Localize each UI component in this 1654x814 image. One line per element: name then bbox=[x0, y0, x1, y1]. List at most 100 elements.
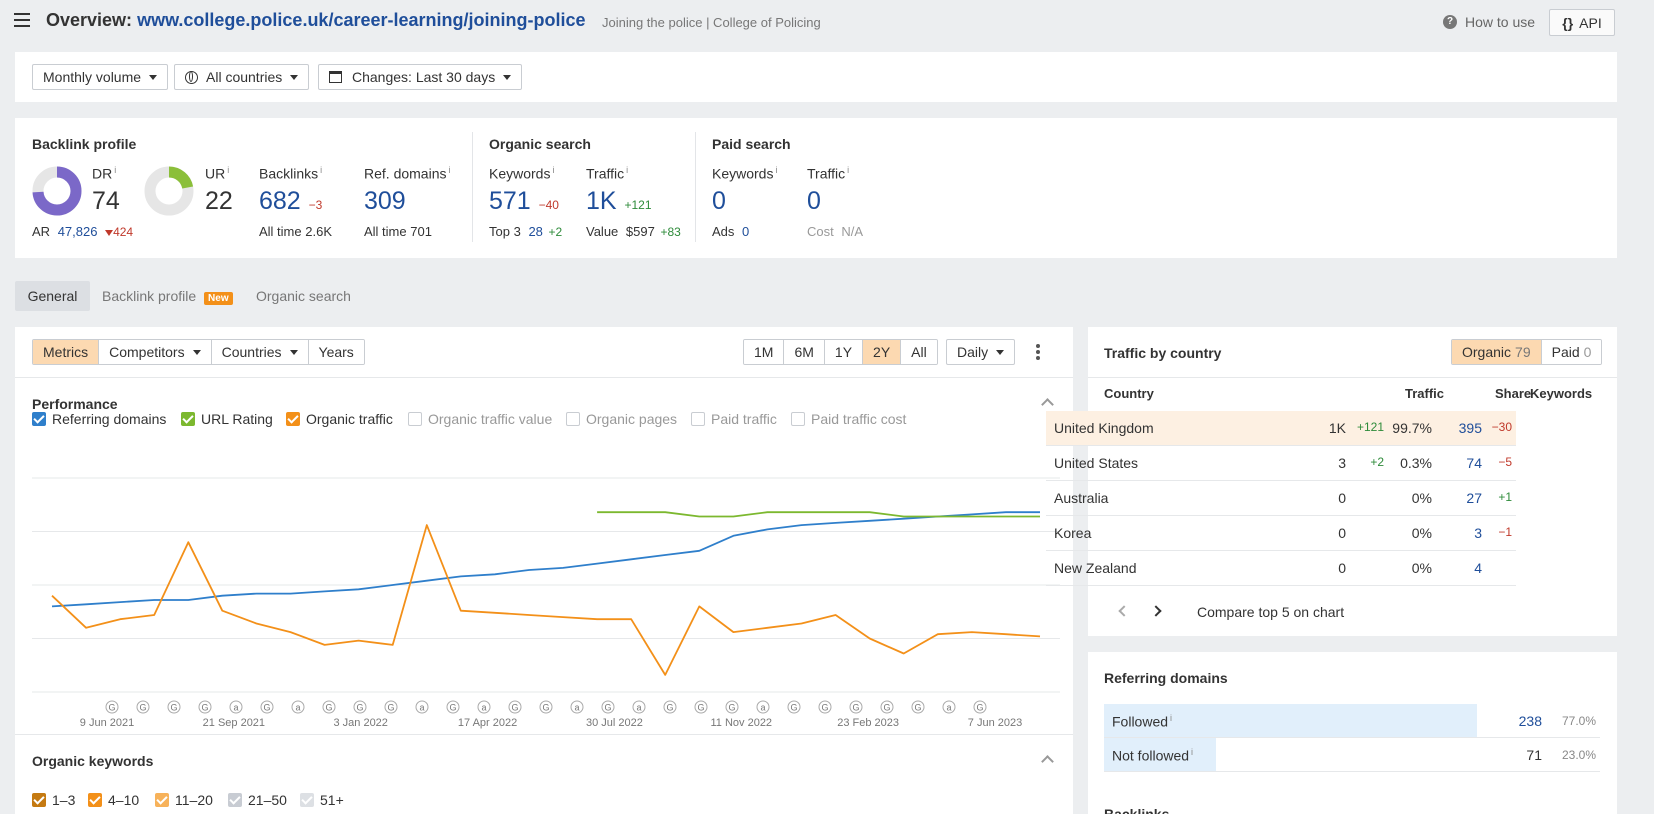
table-row[interactable]: United Kingdom 1K +121 99.7% 395 −30 bbox=[1046, 411, 1516, 446]
table-row[interactable]: New Zealand 0 0% 4 bbox=[1046, 551, 1516, 586]
countries-chart-label: Countries bbox=[221, 344, 282, 360]
years-tab[interactable]: Years bbox=[308, 340, 364, 364]
share-value: 99.7% bbox=[1392, 420, 1432, 436]
legend-referring-domains[interactable]: Referring domains bbox=[32, 411, 166, 427]
info-icon[interactable]: i bbox=[552, 165, 554, 175]
legend-url-rating[interactable]: URL Rating bbox=[181, 411, 273, 427]
info-icon[interactable]: i bbox=[775, 165, 777, 175]
keywords-change: −5 bbox=[1498, 455, 1512, 469]
annotation-marker-label: a bbox=[946, 703, 951, 713]
x-axis-tick-label: 17 Apr 2022 bbox=[458, 717, 517, 729]
api-button[interactable]: {} API bbox=[1549, 9, 1615, 36]
more-options-icon[interactable] bbox=[1036, 344, 1040, 360]
refdomains-value[interactable]: 309 bbox=[364, 187, 406, 216]
kw-legend-21-50[interactable]: 21–50 bbox=[228, 792, 287, 808]
target-url-link[interactable]: www.college.police.uk/career-learning/jo… bbox=[137, 10, 585, 30]
info-icon[interactable]: i bbox=[847, 165, 849, 175]
organic-keywords-value[interactable]: 571 bbox=[489, 187, 531, 215]
range-all[interactable]: All bbox=[901, 340, 937, 364]
paid-traffic-value[interactable]: 0 bbox=[807, 187, 821, 216]
legend-paid-traffic[interactable]: Paid traffic bbox=[691, 411, 777, 427]
keywords-value[interactable]: 74 bbox=[1466, 455, 1482, 471]
calendar-icon bbox=[329, 71, 342, 83]
range-6m[interactable]: 6M bbox=[784, 340, 825, 364]
legend-paid-traffic-cost[interactable]: Paid traffic cost bbox=[791, 411, 906, 427]
info-icon[interactable]: i bbox=[227, 165, 229, 175]
table-row[interactable]: Australia 0 0% 27 +1 bbox=[1046, 481, 1516, 516]
table-row[interactable]: Korea 0 0% 3 −1 bbox=[1046, 516, 1516, 551]
metrics-tab[interactable]: Metrics bbox=[33, 340, 100, 364]
countries-chart-dropdown[interactable]: Countries bbox=[211, 340, 309, 364]
info-icon[interactable]: i bbox=[114, 165, 116, 175]
col-traffic[interactable]: Traffic bbox=[1405, 386, 1444, 401]
keywords-value[interactable]: 395 bbox=[1459, 420, 1482, 436]
annotation-marker-label: G bbox=[976, 703, 983, 713]
traffic-value: 0 bbox=[1338, 490, 1346, 506]
keywords-value[interactable]: 4 bbox=[1474, 560, 1482, 576]
annotation-marker-label: a bbox=[481, 703, 486, 713]
interval-label: Daily bbox=[957, 344, 989, 360]
refdomains-label-text: Ref. domains bbox=[364, 165, 447, 182]
tab-general[interactable]: General bbox=[15, 281, 90, 311]
compare-top5-link[interactable]: Compare top 5 on chart bbox=[1197, 604, 1344, 620]
keywords-change: −1 bbox=[1498, 525, 1512, 539]
annotation-marker-label: a bbox=[760, 703, 765, 713]
ref-domain-row[interactable]: Not followed i 71 23.0% bbox=[1104, 738, 1600, 772]
ur-value: 22 bbox=[205, 187, 233, 215]
interval-dropdown[interactable]: Daily bbox=[946, 339, 1016, 365]
range-1y[interactable]: 1Y bbox=[824, 340, 864, 364]
performance-chart[interactable]: G G G Ga Ga G G Ga Ga G Ga Ga G G Ga G G G G Ga G 9 Jun 2021 2… bbox=[32, 470, 1060, 730]
value-amount: $597 bbox=[625, 224, 655, 239]
volume-dropdown[interactable]: Monthly volume bbox=[32, 64, 169, 90]
organic-traffic-value[interactable]: 1K bbox=[586, 187, 617, 215]
kw-legend-51-plus[interactable]: 51+ bbox=[300, 792, 344, 808]
paid-keywords-value[interactable]: 0 bbox=[712, 187, 726, 216]
kw-legend-4-10[interactable]: 4–10 bbox=[88, 792, 139, 808]
ref-domain-value[interactable]: 238 bbox=[1519, 713, 1542, 729]
legend-organic-traffic-value[interactable]: Organic traffic value bbox=[408, 411, 552, 427]
countries-dropdown[interactable]: All countries bbox=[174, 64, 310, 90]
annotation-marker-label: G bbox=[170, 703, 177, 713]
keywords-value[interactable]: 27 bbox=[1466, 490, 1482, 506]
range-1m[interactable]: 1M bbox=[744, 340, 785, 364]
x-axis-tick-label: 30 Jul 2022 bbox=[586, 717, 643, 729]
kw-legend-11-20[interactable]: 11–20 bbox=[155, 792, 213, 808]
organic-keywords-label: Keywords i bbox=[489, 165, 554, 182]
legend-organic-traffic[interactable]: Organic traffic bbox=[286, 411, 393, 427]
competitors-dropdown[interactable]: Competitors bbox=[99, 340, 212, 364]
api-label: API bbox=[1579, 14, 1602, 31]
info-icon[interactable]: i bbox=[1170, 713, 1172, 723]
backlink-profile-title: Backlink profile bbox=[32, 136, 137, 152]
info-icon[interactable]: i bbox=[320, 165, 322, 175]
backlinks-value[interactable]: 682 bbox=[259, 187, 301, 215]
ref-domain-row[interactable]: Followed i 238 77.0% bbox=[1104, 704, 1600, 738]
info-icon[interactable]: i bbox=[1191, 747, 1193, 757]
ads-value[interactable]: 0 bbox=[742, 224, 749, 239]
checkbox-icon bbox=[566, 412, 580, 426]
x-axis-tick-label: 21 Sep 2021 bbox=[203, 717, 265, 729]
divider bbox=[1088, 377, 1617, 378]
range-2y[interactable]: 2Y bbox=[863, 340, 902, 364]
annotation-marker-label: G bbox=[511, 703, 518, 713]
tab-backlink-profile[interactable]: Backlink profile New bbox=[102, 288, 233, 305]
keywords-value[interactable]: 3 bbox=[1474, 525, 1482, 541]
tab-organic-search[interactable]: Organic search bbox=[256, 288, 351, 304]
table-row[interactable]: United States 3 +2 0.3% 74 −5 bbox=[1046, 446, 1516, 481]
refdomains-label: Ref. domains i bbox=[364, 165, 450, 182]
col-share[interactable]: Share bbox=[1495, 386, 1531, 401]
menu-icon[interactable] bbox=[14, 13, 30, 27]
info-icon[interactable]: i bbox=[626, 165, 628, 175]
keywords-label-text: Keywords bbox=[712, 165, 774, 182]
annotation-marker-label: a bbox=[233, 703, 238, 713]
organic-search-title: Organic search bbox=[489, 136, 591, 152]
top3-value[interactable]: 28 bbox=[528, 224, 542, 239]
kw-legend-1-3[interactable]: 1–3 bbox=[32, 792, 75, 808]
col-keywords[interactable]: Keywords bbox=[1530, 386, 1592, 401]
legend-organic-pages[interactable]: Organic pages bbox=[566, 411, 677, 427]
ar-value[interactable]: 47,826 bbox=[58, 224, 98, 239]
organic-toggle[interactable]: Organic 79 bbox=[1452, 340, 1542, 364]
how-to-use-link[interactable]: ? How to use bbox=[1443, 14, 1535, 30]
info-icon[interactable]: i bbox=[448, 165, 450, 175]
paid-toggle[interactable]: Paid 0 bbox=[1541, 340, 1602, 364]
changes-dropdown[interactable]: Changes: Last 30 days bbox=[318, 64, 523, 90]
